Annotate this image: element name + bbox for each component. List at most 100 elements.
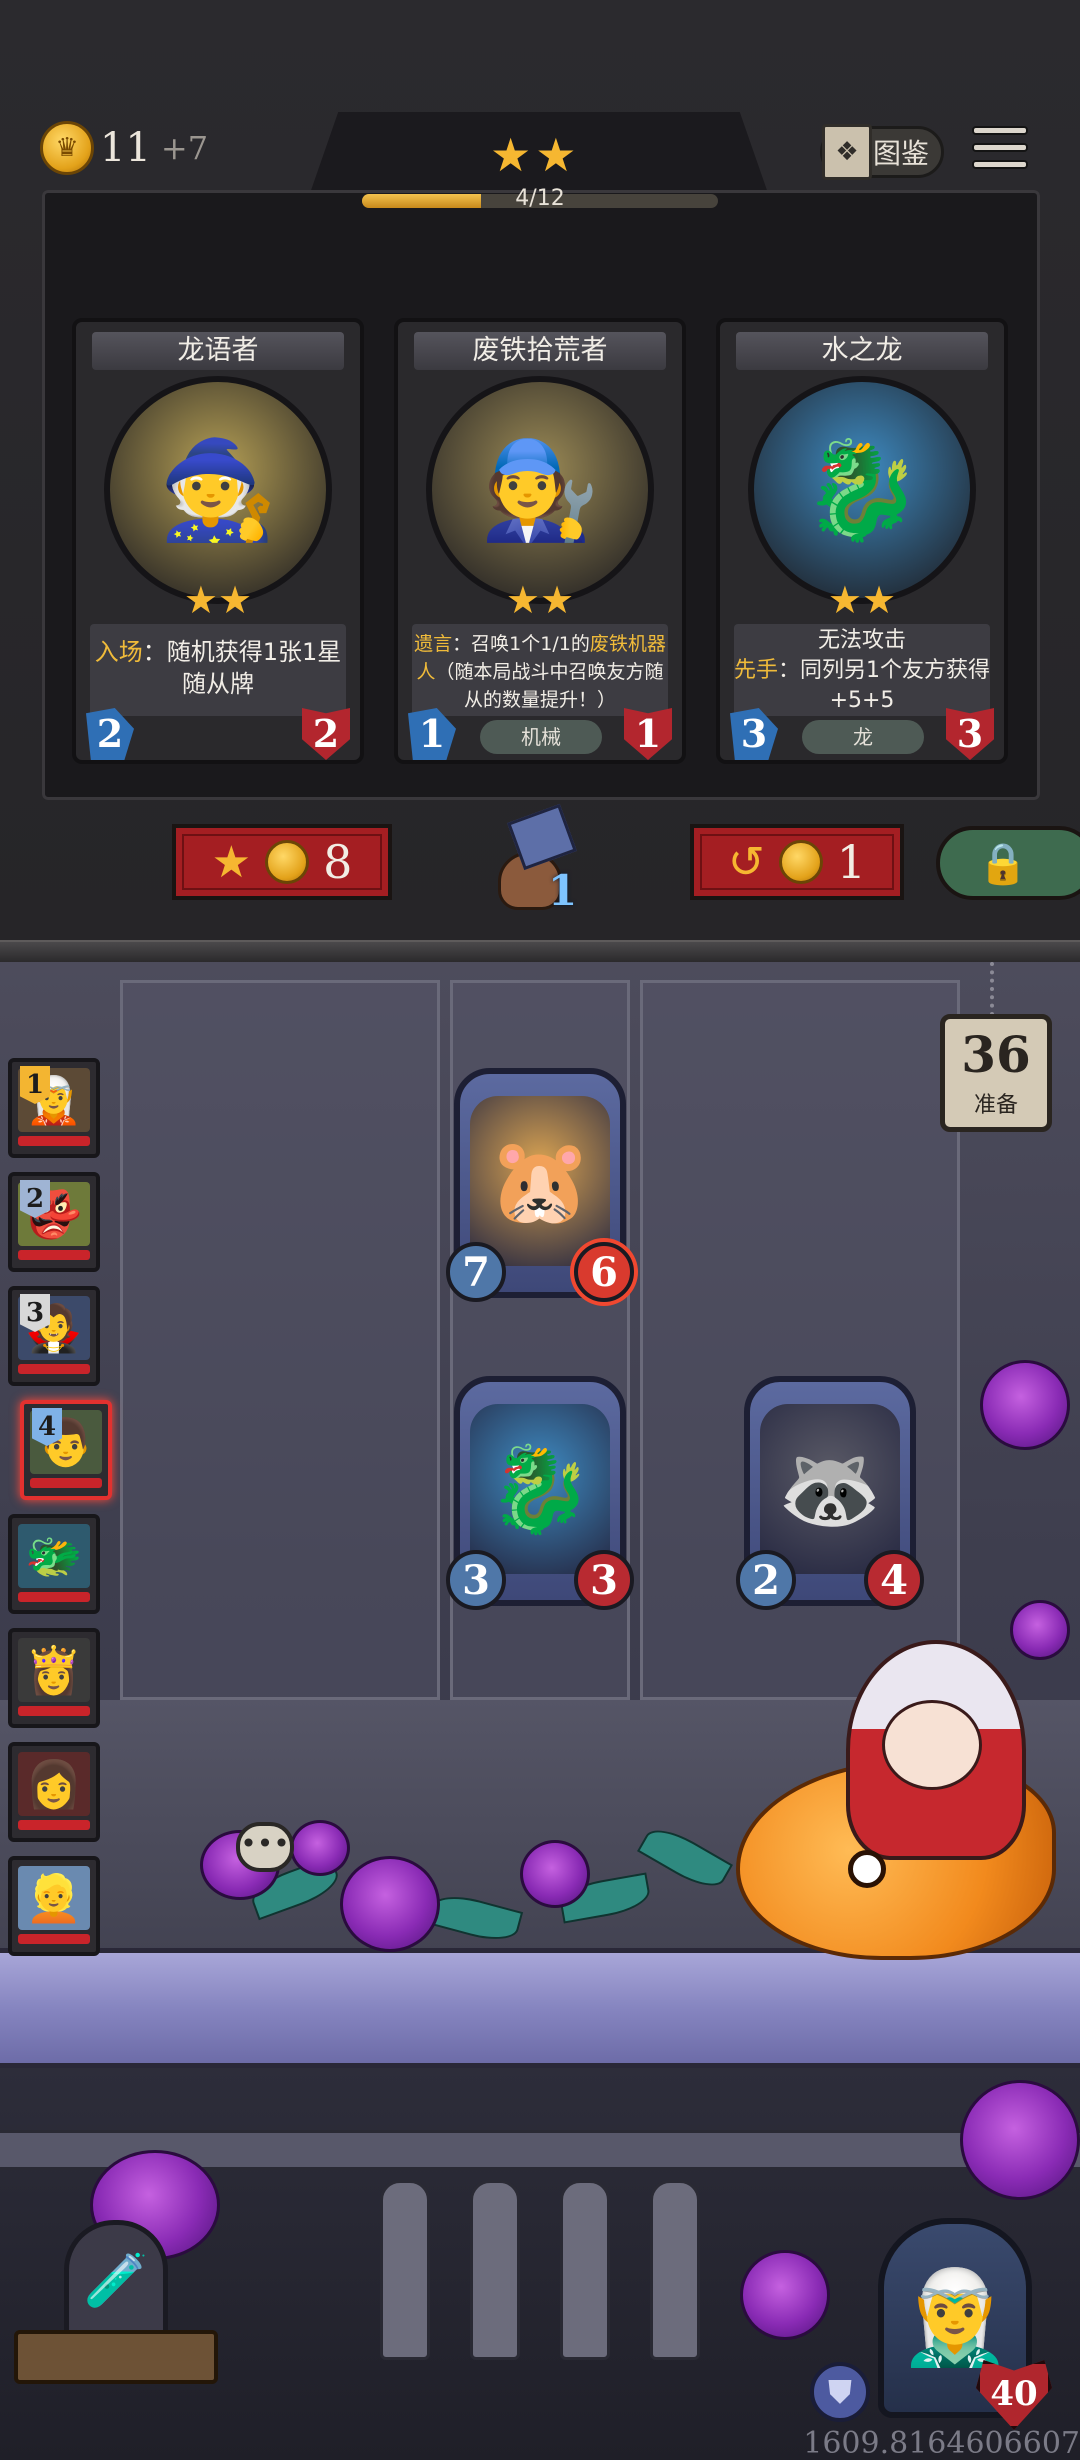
tavern-tier-stars: ★★: [490, 128, 581, 182]
tavern-table: [14, 2330, 218, 2384]
player-entry[interactable]: 👺 2: [8, 1172, 100, 1272]
minion-attack: 3: [446, 1550, 506, 1610]
refresh-button[interactable]: ↺ 1: [690, 824, 904, 900]
player-entry[interactable]: 🐲: [8, 1514, 100, 1614]
player-entry[interactable]: 👸: [8, 1628, 100, 1728]
card-description: 遗言：召唤1个1/1的废铁机器人（随本局战斗中召唤友方随从的数量提升！）: [412, 624, 668, 716]
player-health-bar: [18, 1706, 90, 1716]
menu-icon-bar: [972, 143, 1028, 152]
card-description: 入场：随机获得1张1星随从牌: [90, 624, 346, 716]
board-minion-water-dragon[interactable]: 🐉 3 3: [446, 1376, 634, 1610]
raccoon-icon: 🦝: [777, 1439, 883, 1538]
card-stars: ★★: [505, 578, 575, 622]
rose-decoration: [980, 1360, 1070, 1450]
rose-decoration: [290, 1820, 350, 1876]
menu-icon-bar: [972, 126, 1028, 135]
player-entry[interactable]: 👱: [8, 1856, 100, 1956]
card-health: 1: [624, 708, 672, 760]
book-icon: ❖: [822, 124, 872, 180]
gold-display: ♛ 11 +7: [40, 118, 208, 178]
menu-icon-bar: [972, 160, 1028, 169]
wizard-icon: 🧙: [158, 433, 278, 546]
card-name: 水之龙: [736, 332, 988, 370]
shop-card-scrap-scavenger[interactable]: 废铁拾荒者 🧑‍🔧 ★★ 遗言：召唤1个1/1的废铁机器人（随本局战斗中召唤友方…: [394, 318, 686, 764]
refresh-icon: ↺: [727, 836, 765, 888]
chat-button[interactable]: •••: [236, 1822, 294, 1872]
lock-icon: 🔒: [978, 840, 1028, 887]
card-description: 无法攻击 先手：同列另1个友方获得+5+5: [734, 624, 990, 716]
upgrade-tavern-button[interactable]: ★ 8: [172, 824, 392, 900]
player-health-bar: [18, 1136, 90, 1146]
minion-attack: 2: [736, 1550, 796, 1610]
shield-icon: ⛊: [810, 2362, 870, 2422]
card-portrait: 🧙: [104, 376, 332, 604]
tier-progress-fill: [362, 194, 481, 208]
player-portrait: 👩: [18, 1752, 90, 1816]
shop-card-water-dragon[interactable]: 水之龙 🐉 ★★ 无法攻击 先手：同列另1个友方获得+5+5 龙 3 3: [716, 318, 1008, 764]
codex-label: 图鉴: [872, 137, 929, 170]
minion-health: 4: [864, 1550, 924, 1610]
player-portrait: 👸: [18, 1638, 90, 1702]
desc-text: （随本局战斗中召唤友方随从的数量提升！）: [435, 661, 664, 711]
chat-icon: •••: [240, 1827, 290, 1860]
minion-attack: 7: [446, 1242, 506, 1302]
card-portrait: 🧑‍🔧: [426, 376, 654, 604]
player-entry[interactable]: 🧝 1: [8, 1058, 100, 1158]
card-tribe: 龙: [802, 720, 924, 754]
gold-coin-icon: [265, 840, 310, 884]
gold-count: 11: [100, 125, 151, 171]
player-rank-badge: 1: [20, 1066, 50, 1104]
rose-decoration: [340, 1856, 440, 1952]
coordinate-readout: 1609.8164606607: [803, 2426, 1080, 2460]
hamster-icon: 🐹: [487, 1131, 593, 1230]
hero-girl-face: [882, 1700, 982, 1790]
keyword-battlecry: 入场: [94, 638, 143, 666]
opponent-hero-avatar: [736, 1640, 1080, 1990]
section-divider: [0, 940, 1080, 962]
card-health: 2: [302, 708, 350, 760]
desc-text: ：召唤1个1/1的: [452, 633, 590, 655]
rose-decoration: [960, 2080, 1080, 2200]
card-name: 废铁拾荒者: [414, 332, 666, 370]
gold-coin-icon: ♛: [40, 121, 94, 175]
wall-panel: [120, 980, 440, 1700]
minion-health: 3: [574, 1550, 634, 1610]
board-minion-raccoon[interactable]: 🦝 2 4: [736, 1376, 924, 1610]
card-portrait: 🐉: [748, 376, 976, 604]
dragon-icon: 🐉: [487, 1439, 593, 1538]
keyword-first-strike: 先手: [734, 658, 779, 683]
desc-line: 无法攻击: [817, 628, 906, 653]
player-health-bar: [18, 1250, 90, 1260]
player-entry[interactable]: 👩: [8, 1742, 100, 1842]
minion-art: 🐉: [470, 1404, 610, 1574]
card-stars: ★★: [827, 578, 897, 622]
tavern-shop-button[interactable]: 🧪: [14, 2220, 218, 2384]
fish-eye: [848, 1850, 886, 1888]
star-upgrade-icon: ★: [211, 836, 252, 888]
elf-hero-icon: 🧝‍♂️: [897, 2264, 1013, 2371]
lock-shop-button[interactable]: 🔒: [936, 826, 1080, 900]
shop-card-dragon-speaker[interactable]: 龙语者 🧙 ★★ 入场：随机获得1张1星随从牌 2 2: [72, 318, 364, 764]
minion-art: 🦝: [760, 1404, 900, 1574]
timer-chain: [990, 962, 1002, 1016]
round-timer: 36 准备: [940, 1014, 1052, 1132]
player-health-bar: [18, 1364, 90, 1374]
rose-decoration: [520, 1840, 590, 1908]
desc-text: ：随机获得1张1星随从牌: [142, 638, 342, 698]
board-minion-hamster[interactable]: 🐹 7 6: [446, 1068, 634, 1302]
balustrade: [380, 2180, 700, 2380]
player-rank-badge: 3: [20, 1294, 50, 1332]
mechanic-icon: 🧑‍🔧: [480, 433, 600, 546]
menu-button[interactable]: [972, 126, 1028, 178]
player-entry-self[interactable]: 👨 4: [20, 1400, 112, 1500]
timer-seconds: 36: [961, 1025, 1031, 1084]
player-health-bar: [18, 1820, 90, 1830]
card-tribe: 机械: [480, 720, 602, 754]
timer-label: 准备: [973, 1093, 1018, 1118]
upgrade-cost: 8: [323, 835, 353, 889]
card-name: 龙语者: [92, 332, 344, 370]
tier-progress-text: 4/12: [515, 186, 565, 211]
player-entry[interactable]: 🧛 3: [8, 1286, 100, 1386]
sell-zone[interactable]: 1: [490, 803, 590, 918]
minion-health: 6: [574, 1242, 634, 1302]
